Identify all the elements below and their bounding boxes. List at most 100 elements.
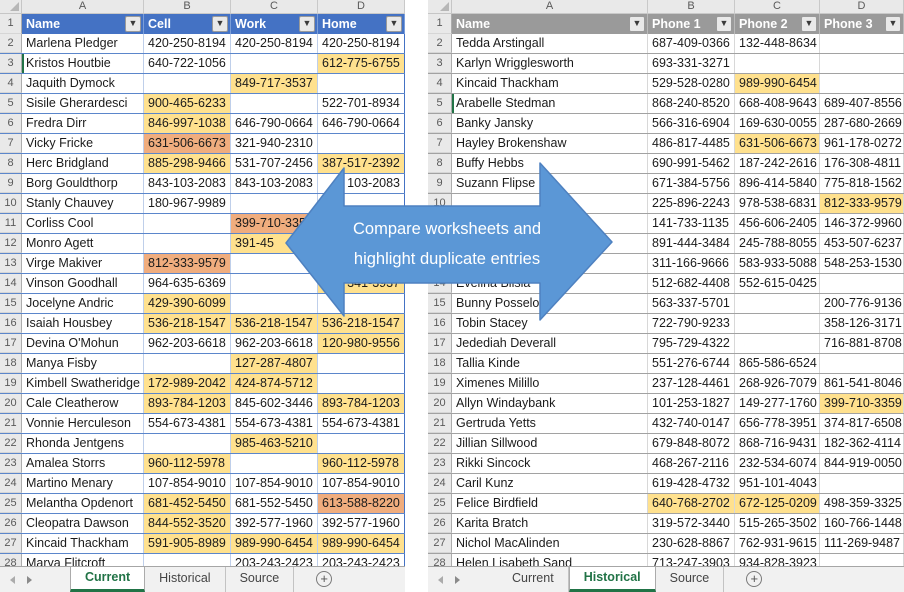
phone-cell[interactable]: 679-848-8072 xyxy=(648,434,735,453)
phone-cell[interactable]: 989-990-6454 xyxy=(231,534,318,553)
phone-cell[interactable]: 687-409-0366 xyxy=(648,34,735,53)
phone-cell[interactable]: 420-250-8194 xyxy=(144,34,231,53)
phone-cell[interactable]: 690-991-5462 xyxy=(648,154,735,173)
name-cell[interactable]: Karlyn Wrigglesworth xyxy=(452,54,648,73)
table-header-cell[interactable]: Phone 3▼ xyxy=(820,14,904,34)
phone-cell[interactable]: 693-331-3271 xyxy=(648,54,735,73)
phone-cell[interactable]: 200-776-9136 xyxy=(820,294,904,313)
name-cell[interactable]: Kimbell Swatheridge xyxy=(22,374,144,393)
row-number[interactable]: 3 xyxy=(0,54,22,73)
phone-cell[interactable]: 613-588-8220 xyxy=(318,494,405,513)
phone-cell[interactable]: 399-710-3359 xyxy=(820,394,904,413)
row-number[interactable]: 27 xyxy=(0,534,22,553)
table-header-cell[interactable]: Home▼ xyxy=(318,14,405,34)
name-cell[interactable]: Manya Fisby xyxy=(22,354,144,373)
column-header-b[interactable]: B xyxy=(144,0,231,14)
name-cell[interactable]: Vicky Fricke xyxy=(22,134,144,153)
phone-cell[interactable]: 498-359-3325 xyxy=(820,494,904,513)
phone-cell[interactable]: 656-778-3951 xyxy=(735,414,820,433)
phone-cell[interactable]: 631-506-6673 xyxy=(144,134,231,153)
phone-cell[interactable]: 960-112-5978 xyxy=(144,454,231,473)
name-cell[interactable]: Tallia Kinde xyxy=(452,354,648,373)
phone-cell[interactable] xyxy=(735,314,820,333)
phone-cell[interactable]: 795-729-4322 xyxy=(648,334,735,353)
phone-cell[interactable] xyxy=(318,74,405,93)
phone-cell[interactable] xyxy=(820,34,904,53)
filter-dropdown-icon[interactable]: ▼ xyxy=(885,16,901,32)
phone-cell[interactable]: 169-630-0055 xyxy=(735,114,820,133)
filter-dropdown-icon[interactable]: ▼ xyxy=(716,16,732,32)
name-cell[interactable]: Arabelle Stedman xyxy=(452,94,648,113)
name-cell[interactable]: Kincaid Thackham xyxy=(22,534,144,553)
filter-dropdown-icon[interactable]: ▼ xyxy=(386,16,402,32)
row-number[interactable]: 23 xyxy=(428,454,452,473)
phone-cell[interactable]: 762-931-9615 xyxy=(735,534,820,553)
name-cell[interactable]: Melantha Opdenort xyxy=(22,494,144,513)
name-cell[interactable]: Jaquith Dymock xyxy=(22,74,144,93)
phone-cell[interactable]: 420-250-8194 xyxy=(318,34,405,53)
phone-cell[interactable]: 893-784-1203 xyxy=(318,394,405,413)
name-cell[interactable]: Isaiah Housbey xyxy=(22,314,144,333)
phone-cell[interactable]: 671-384-5756 xyxy=(648,174,735,193)
phone-cell[interactable]: 844-919-0050 xyxy=(820,454,904,473)
filter-dropdown-icon[interactable]: ▼ xyxy=(125,16,141,32)
name-cell[interactable]: Vonnie Herculeson xyxy=(22,414,144,433)
phone-cell[interactable]: 237-128-4461 xyxy=(648,374,735,393)
name-cell[interactable]: Kincaid Thackham xyxy=(452,74,648,93)
phone-cell[interactable]: 689-407-8556 xyxy=(820,94,904,113)
phone-cell[interactable]: 230-628-8867 xyxy=(648,534,735,553)
row-number[interactable]: 5 xyxy=(428,94,452,113)
row-number[interactable]: 2 xyxy=(428,34,452,53)
phone-cell[interactable]: 713-247-3903 xyxy=(648,554,735,566)
phone-cell[interactable]: 141-733-1135 xyxy=(648,214,735,233)
row-number[interactable]: 21 xyxy=(0,414,22,433)
row-number[interactable]: 5 xyxy=(0,94,22,113)
column-header-d[interactable]: D xyxy=(318,0,405,14)
row-number[interactable]: 13 xyxy=(0,254,22,273)
phone-cell[interactable] xyxy=(820,74,904,93)
sheet-tab-source[interactable]: Source xyxy=(656,567,725,592)
phone-cell[interactable] xyxy=(144,434,231,453)
phone-cell[interactable]: 374-817-6508 xyxy=(820,414,904,433)
phone-cell[interactable]: 896-414-5840 xyxy=(735,174,820,193)
phone-cell[interactable]: 420-250-8194 xyxy=(231,34,318,53)
phone-cell[interactable]: 268-926-7079 xyxy=(735,374,820,393)
phone-cell[interactable]: 529-528-0280 xyxy=(648,74,735,93)
row-number[interactable]: 11 xyxy=(0,214,22,233)
phone-cell[interactable]: 232-534-6074 xyxy=(735,454,820,473)
row-number[interactable]: 21 xyxy=(428,414,452,433)
tab-scroll-left-icon[interactable] xyxy=(438,576,443,584)
filter-dropdown-icon[interactable]: ▼ xyxy=(299,16,315,32)
name-cell[interactable]: Borg Gouldthorp xyxy=(22,174,144,193)
sheet-tab-historical[interactable]: Historical xyxy=(569,567,656,592)
row-number[interactable]: 15 xyxy=(0,294,22,313)
table-header-cell[interactable]: Phone 2▼ xyxy=(735,14,820,34)
phone-cell[interactable]: 107-854-9010 xyxy=(318,474,405,493)
phone-cell[interactable]: 536-218-1547 xyxy=(144,314,231,333)
phone-cell[interactable]: 861-541-8046 xyxy=(820,374,904,393)
name-cell[interactable]: Corliss Cool xyxy=(22,214,144,233)
phone-cell[interactable] xyxy=(735,334,820,353)
phone-cell[interactable]: 775-818-1562 xyxy=(820,174,904,193)
phone-cell[interactable]: 120-980-9556 xyxy=(318,334,405,353)
name-cell[interactable]: Sisile Gherardesci xyxy=(22,94,144,113)
phone-cell[interactable]: 845-602-3446 xyxy=(231,394,318,413)
row-number[interactable]: 4 xyxy=(428,74,452,93)
phone-cell[interactable] xyxy=(735,54,820,73)
phone-cell[interactable]: 107-854-9010 xyxy=(144,474,231,493)
phone-cell[interactable]: 619-428-4732 xyxy=(648,474,735,493)
phone-cell[interactable]: 554-673-4381 xyxy=(144,414,231,433)
phone-cell[interactable]: 934-828-3923 xyxy=(735,554,820,566)
row-number[interactable]: 24 xyxy=(0,474,22,493)
row-number[interactable]: 9 xyxy=(0,174,22,193)
phone-cell[interactable] xyxy=(820,54,904,73)
phone-cell[interactable]: 566-316-6904 xyxy=(648,114,735,133)
phone-cell[interactable]: 893-784-1203 xyxy=(144,394,231,413)
phone-cell[interactable]: 844-552-3520 xyxy=(144,514,231,533)
column-header-a[interactable]: A xyxy=(452,0,648,14)
phone-cell[interactable]: 512-682-4408 xyxy=(648,274,735,293)
name-cell[interactable]: Helen Lisabeth Sand xyxy=(452,554,648,566)
row-number[interactable]: 6 xyxy=(428,114,452,133)
phone-cell[interactable]: 245-788-8055 xyxy=(735,234,820,253)
phone-cell[interactable]: 176-308-4811 xyxy=(820,154,904,173)
